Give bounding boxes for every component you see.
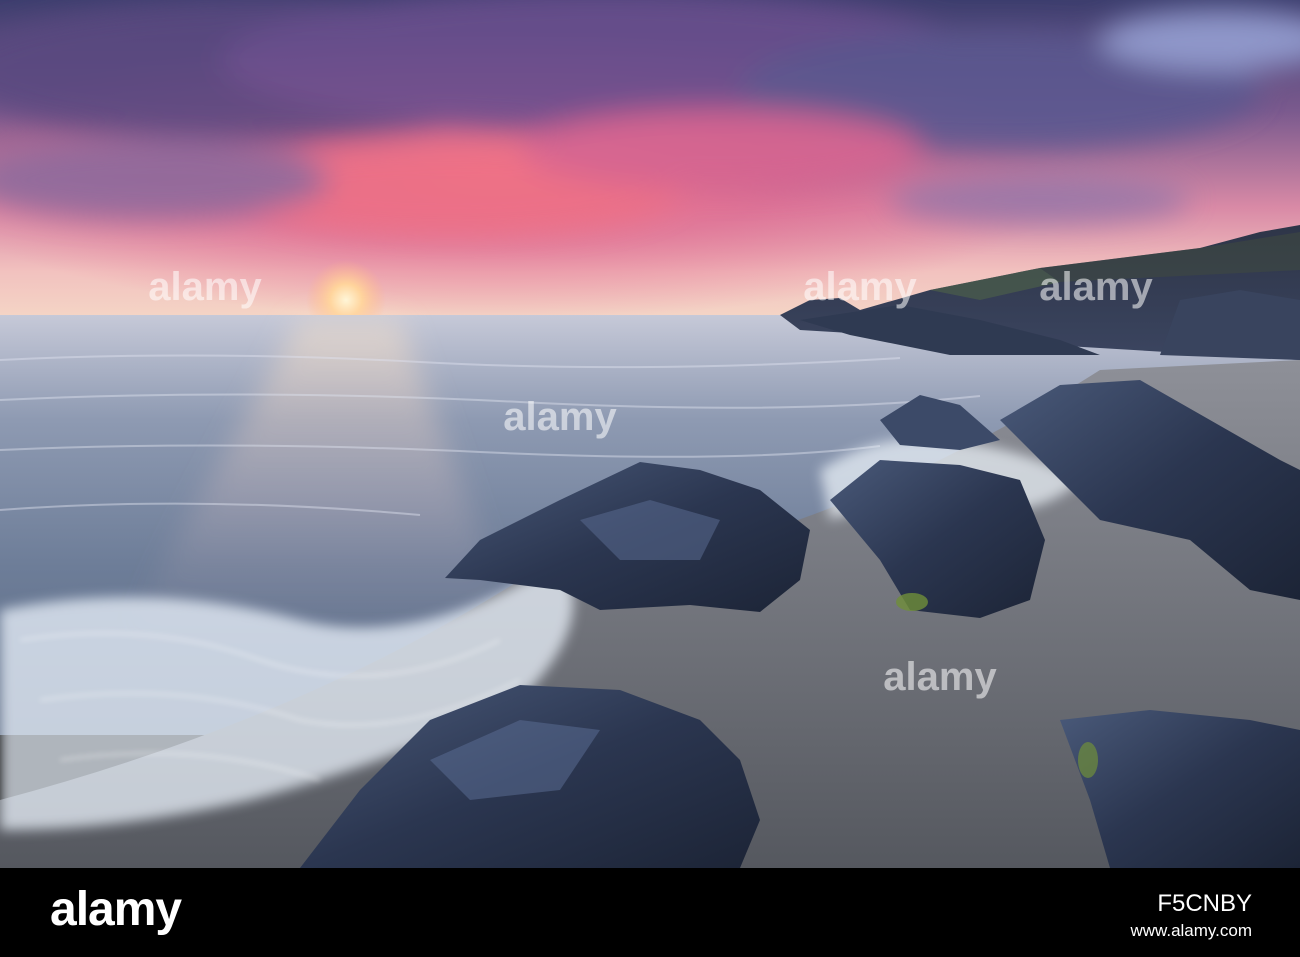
footer-bar: alamy F5CNBY www.alamy.com: [0, 868, 1300, 957]
site-url: www.alamy.com: [1130, 921, 1252, 940]
alamy-logo: alamy: [50, 883, 182, 936]
clouds: [0, 0, 1300, 235]
seascape-photo: [0, 0, 1300, 868]
image-id: F5CNBY: [1157, 890, 1252, 917]
